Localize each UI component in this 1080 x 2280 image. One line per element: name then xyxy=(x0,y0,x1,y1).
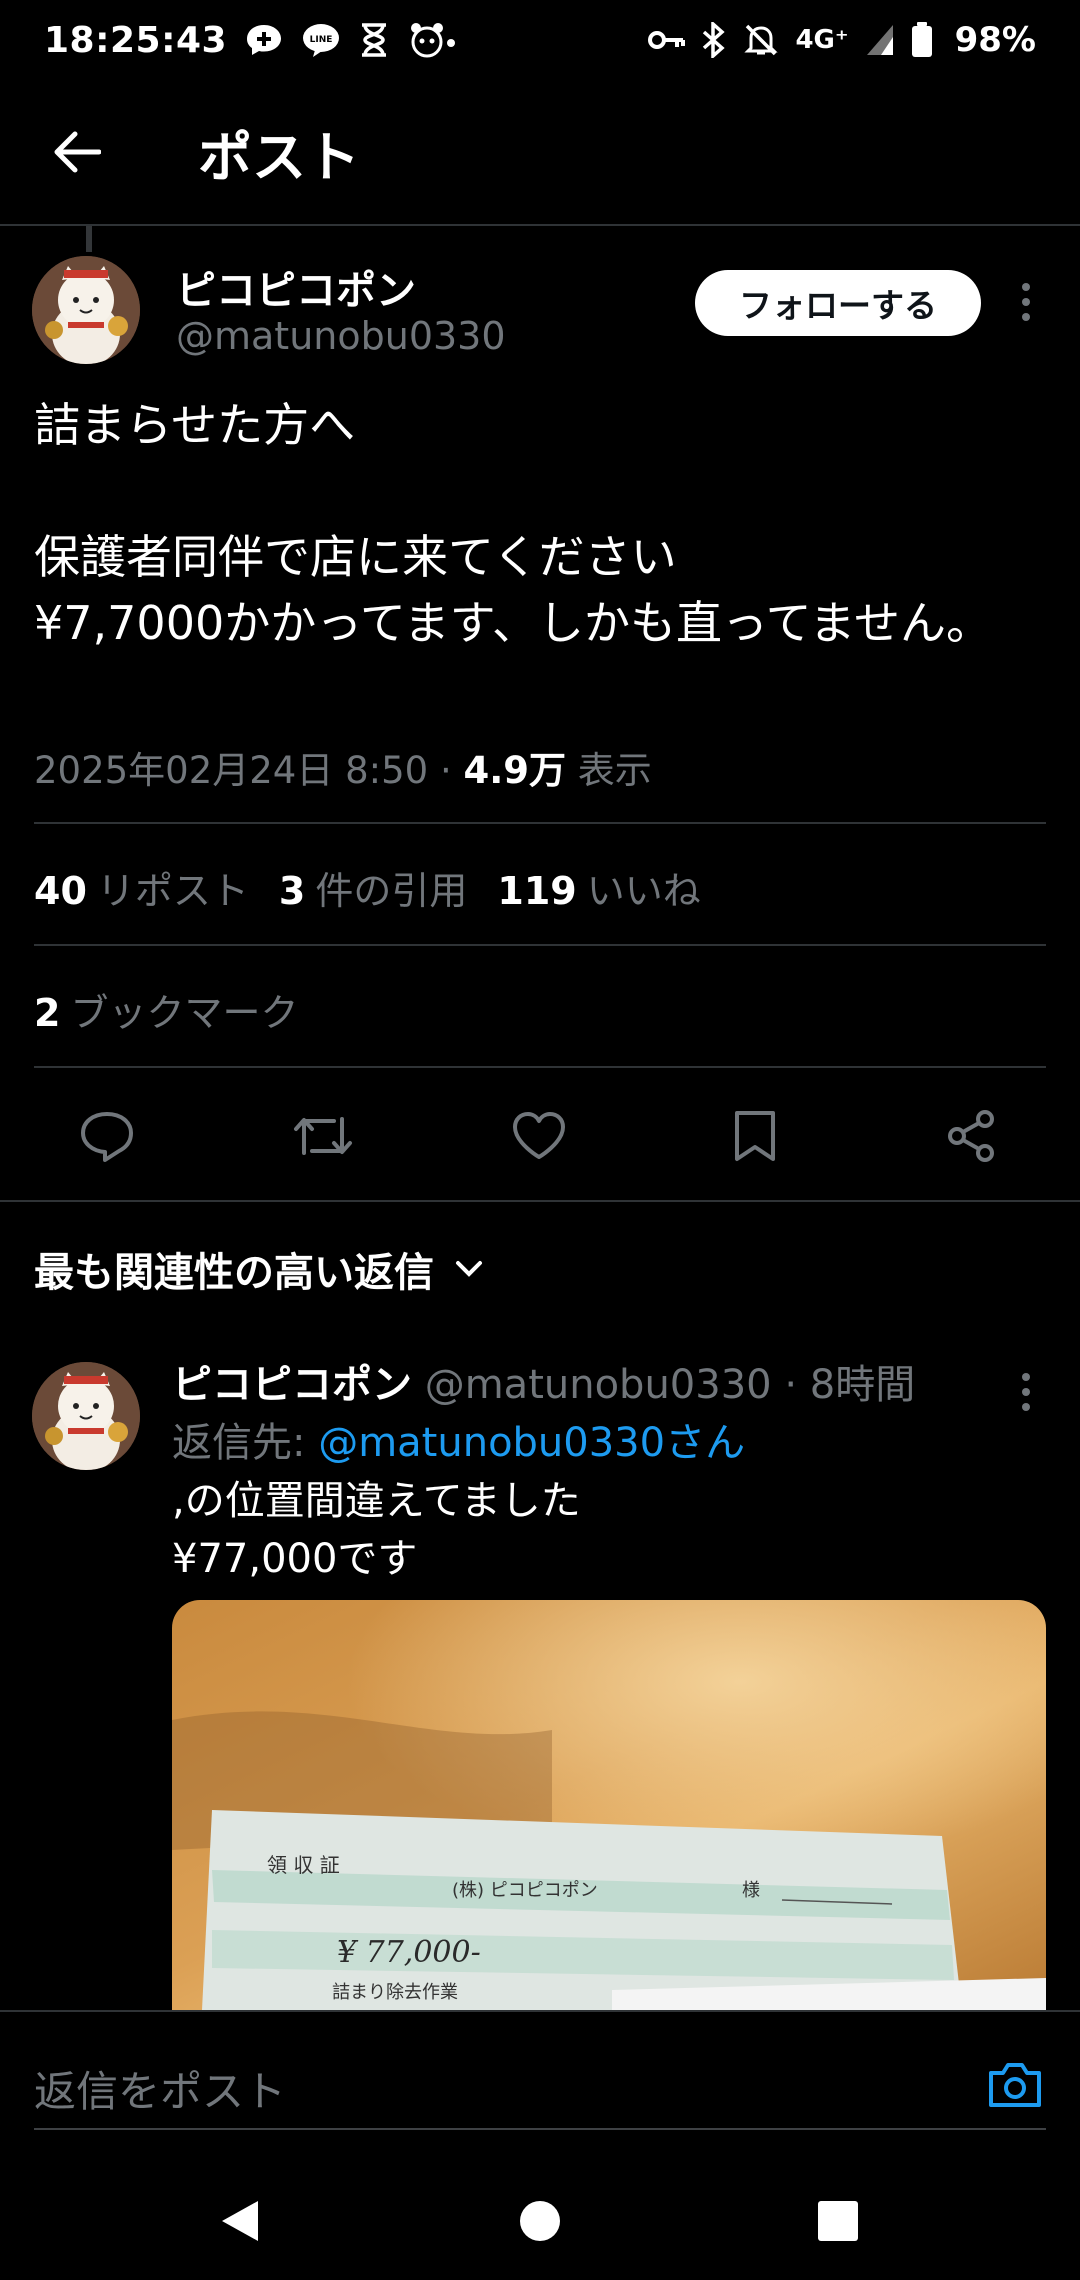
cat-app-icon xyxy=(407,21,457,59)
network-type: 4G⁺ xyxy=(795,25,849,55)
more-vertical-icon xyxy=(1022,283,1030,321)
status-time: 18:25:43 xyxy=(44,19,228,61)
reply-button[interactable] xyxy=(67,1096,147,1176)
share-button[interactable] xyxy=(931,1096,1011,1176)
lucky-cat-avatar-icon xyxy=(32,1362,140,1470)
quotes-stat[interactable]: 3 件の引用 xyxy=(279,860,467,915)
reply-to-mention[interactable]: @matunobu0330さん xyxy=(318,1420,745,1466)
nav-recents-button[interactable] xyxy=(798,2186,878,2256)
hourglass-icon xyxy=(359,23,389,57)
composer-underline xyxy=(34,2128,1046,2130)
repost-icon xyxy=(294,1117,352,1155)
notification-icons: LINE xyxy=(245,21,457,59)
meta-separator: · xyxy=(439,749,452,792)
bookmark-icon xyxy=(735,1111,775,1161)
follow-button[interactable]: フォローする xyxy=(695,270,981,336)
reply-image[interactable]: 領 収 証 (株) ピコピコポン 様 ¥ 77,000- 詰まり除去作業 xyxy=(172,1600,1046,2010)
reply-composer: 返信をポスト xyxy=(0,2010,1080,2158)
svg-text:(株) ピコピコポン: (株) ピコピコポン xyxy=(452,1880,598,1901)
back-button[interactable] xyxy=(36,112,116,192)
post-text: 詰まらせた方へ 保護者同伴で店に来てください ¥7,7000かかってます、しかも… xyxy=(34,398,992,650)
line-icon: LINE xyxy=(301,22,341,58)
bookmark-button[interactable] xyxy=(715,1096,795,1176)
svg-text:様: 様 xyxy=(742,1880,760,1901)
chevron-down-icon xyxy=(456,1261,482,1277)
svg-text:¥ 77,000-: ¥ 77,000- xyxy=(337,1935,481,1970)
page-title: ポスト xyxy=(198,125,360,189)
like-icon xyxy=(513,1112,565,1159)
thread-connector-line xyxy=(86,226,92,252)
camera-icon xyxy=(989,2063,1041,2107)
camera-button[interactable] xyxy=(980,2050,1050,2120)
engagement-stats: 40 リポスト 3 件の引用 119 いいね xyxy=(34,860,701,915)
reply-text: ,の位置間違えてました ¥77,000です xyxy=(172,1478,581,1582)
system-icons: 4G⁺ 98% xyxy=(647,20,1036,60)
views-count: 4.9万 xyxy=(463,749,567,792)
reply-sort-label: 最も関連性の高い返信 xyxy=(34,1250,434,1296)
reply-input[interactable]: 返信をポスト xyxy=(34,2058,286,2119)
reply-more-button[interactable] xyxy=(1006,1362,1046,1422)
svg-text:領 収 証: 領 収 証 xyxy=(267,1853,340,1877)
reposts-stat[interactable]: 40 リポスト xyxy=(34,860,249,915)
mute-icon xyxy=(743,22,779,58)
lucky-cat-avatar-icon xyxy=(32,256,140,364)
more-vertical-icon xyxy=(1022,1373,1030,1411)
bookmarks-label: ブックマーク xyxy=(70,991,299,1035)
divider xyxy=(34,944,1046,946)
reply-icon xyxy=(81,1112,133,1162)
author-name[interactable]: ピコピコポン xyxy=(176,258,416,316)
reply-sort-selector[interactable]: 最も関連性の高い返信 xyxy=(34,1240,484,1298)
like-button[interactable] xyxy=(499,1096,579,1176)
share-icon xyxy=(948,1110,994,1162)
reply-author-avatar[interactable] xyxy=(32,1362,140,1470)
quotes-label: 件の引用 xyxy=(315,869,468,913)
key-icon xyxy=(647,28,686,52)
views-label: 表示 xyxy=(577,749,652,792)
reply-author-handle[interactable]: @matunobu0330 xyxy=(425,1362,772,1408)
nav-home-button[interactable] xyxy=(500,2186,580,2256)
messenger-icon xyxy=(245,23,283,57)
bookmarks-count: 2 xyxy=(34,991,61,1035)
triangle-back-icon xyxy=(222,2201,258,2241)
battery-percent: 98% xyxy=(954,20,1036,60)
signal-icon xyxy=(865,23,895,57)
likes-label: いいね xyxy=(586,869,701,913)
reposts-count: 40 xyxy=(34,869,87,913)
quotes-count: 3 xyxy=(278,869,306,913)
bluetooth-icon xyxy=(701,22,727,58)
divider xyxy=(34,1066,1046,1068)
divider xyxy=(34,822,1046,824)
battery-icon xyxy=(911,22,933,58)
receipt-photo: 領 収 証 (株) ピコピコポン 様 ¥ 77,000- 詰まり除去作業 xyxy=(172,1600,1046,2010)
nav-back-button[interactable] xyxy=(200,2186,280,2256)
reply-to-label: 返信先: xyxy=(172,1420,319,1466)
reply-to-line: 返信先: @matunobu0330さん xyxy=(172,1410,745,1468)
circle-home-icon xyxy=(520,2201,560,2241)
post-metadata: 2025年02月24日 8:50 · 4.9万 表示 xyxy=(34,740,652,794)
top-app-bar: ポスト xyxy=(0,80,1080,226)
section-divider xyxy=(0,1200,1080,1202)
back-arrow-icon xyxy=(54,131,101,173)
likes-stat[interactable]: 119 いいね xyxy=(497,860,700,915)
square-recents-icon xyxy=(818,2201,858,2241)
svg-text:LINE: LINE xyxy=(310,35,333,45)
svg-text:詰まり除去作業: 詰まり除去作業 xyxy=(332,1982,458,2003)
post-action-bar xyxy=(0,1096,1080,1176)
reposts-label: リポスト xyxy=(96,869,249,913)
system-navigation-bar xyxy=(0,2160,1080,2280)
likes-count: 119 xyxy=(497,869,577,913)
post-more-button[interactable] xyxy=(1006,272,1046,332)
reply-author-name[interactable]: ピコピコポン xyxy=(172,1362,412,1408)
author-handle[interactable]: @matunobu0330 xyxy=(176,314,506,358)
status-bar: 18:25:43 LINE 4G⁺ 98% xyxy=(0,0,1080,80)
bookmarks-stat[interactable]: 2 ブックマーク xyxy=(34,982,298,1037)
author-avatar[interactable] xyxy=(32,256,140,364)
post-timestamp: 2025年02月24日 8:50 xyxy=(34,749,429,792)
repost-button[interactable] xyxy=(283,1096,363,1176)
reply-header: ピコピコポン @matunobu0330 · 8時間 xyxy=(172,1352,915,1410)
reply-time: · 8時間 xyxy=(784,1362,916,1408)
